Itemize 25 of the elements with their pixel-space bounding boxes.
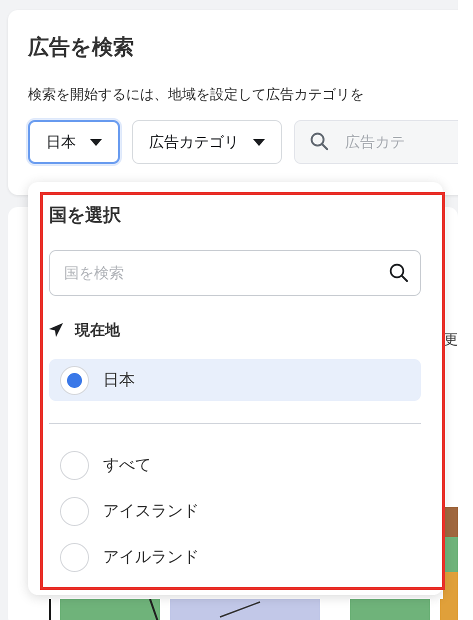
menu-title: 国を選択 bbox=[49, 204, 122, 227]
background-text: 更 bbox=[444, 331, 458, 349]
option-label: 日本 bbox=[103, 370, 135, 390]
search-icon bbox=[389, 263, 409, 283]
country-dropdown[interactable]: 日本 bbox=[28, 120, 120, 164]
radio-button[interactable] bbox=[60, 542, 89, 572]
option-label: すべて bbox=[103, 456, 151, 476]
description-text: 検索を開始するには、地域を設定して広告カテゴリを bbox=[28, 85, 365, 104]
option-label: アイルランド bbox=[103, 548, 199, 568]
location-arrow-icon bbox=[49, 323, 63, 337]
country-option[interactable]: アイスランド bbox=[49, 490, 421, 532]
page-title: 広告を検索 bbox=[28, 34, 135, 61]
search-field[interactable]: 広告カテ bbox=[294, 120, 458, 164]
country-option[interactable]: アイルランド bbox=[49, 536, 421, 578]
radio-button[interactable] bbox=[60, 450, 89, 480]
country-option[interactable]: すべて bbox=[49, 444, 421, 486]
radio-button[interactable] bbox=[60, 366, 89, 394]
caret-icon bbox=[253, 138, 265, 146]
country-option[interactable]: 日本 bbox=[49, 359, 421, 401]
section-heading: 現在地 bbox=[75, 320, 120, 340]
caret-icon bbox=[90, 138, 102, 146]
radio-button[interactable] bbox=[60, 496, 89, 526]
category-dropdown[interactable]: 広告カテゴリ bbox=[132, 120, 282, 164]
option-label: アイスランド bbox=[103, 502, 199, 522]
country-search-field[interactable]: 国を検索 bbox=[49, 250, 421, 296]
